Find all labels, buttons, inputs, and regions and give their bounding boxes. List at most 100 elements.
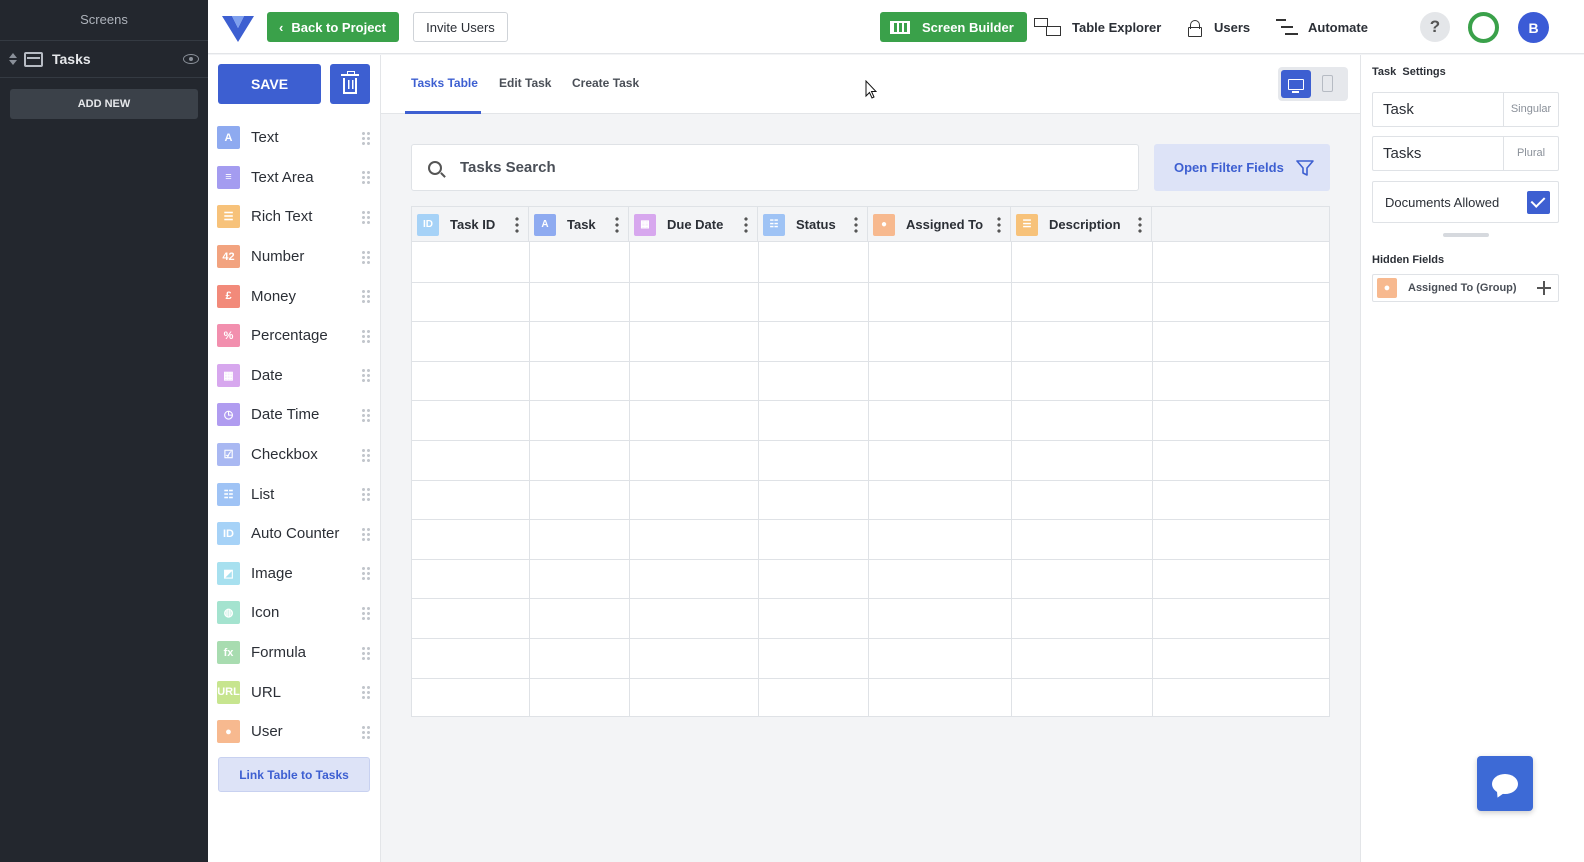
column-header-due-date[interactable]: ▦ Due Date <box>629 207 758 242</box>
field-type-list[interactable]: ☷ List <box>217 474 373 514</box>
column-header-description[interactable]: ☰ Description <box>1011 207 1152 242</box>
eye-icon[interactable] <box>183 54 199 64</box>
back-to-project-label: Back to Project <box>291 19 386 35</box>
column-header-assigned-to[interactable]: ● Assigned To <box>868 207 1011 242</box>
field-type-label: List <box>251 485 275 503</box>
nav-screen-builder[interactable]: Screen Builder <box>880 12 1027 42</box>
drag-handle-icon[interactable] <box>361 170 370 185</box>
column-menu-icon[interactable] <box>997 216 1001 233</box>
grid-row-divider <box>412 638 1329 639</box>
mobile-icon[interactable] <box>1322 75 1333 92</box>
sort-handle-icon[interactable] <box>8 53 18 65</box>
field-type-label: Percentage <box>251 327 328 345</box>
column-header-task-id[interactable]: ID Task ID <box>412 207 529 242</box>
drag-handle-icon[interactable] <box>361 209 370 224</box>
chat-support-button[interactable] <box>1477 756 1533 811</box>
app-logo-icon[interactable] <box>222 12 254 42</box>
drag-handle-icon[interactable] <box>361 605 370 620</box>
singular-suffix: Singular <box>1503 93 1558 126</box>
column-header-task[interactable]: A Task <box>529 207 629 242</box>
field-type-url[interactable]: URL URL <box>217 672 373 712</box>
drag-handle-icon[interactable] <box>361 447 370 462</box>
chevron-left-icon: ‹ <box>279 19 284 35</box>
icon-field-icon: ◍ <box>217 601 240 625</box>
field-type-text-area[interactable]: ≡ Text Area <box>217 158 373 198</box>
field-type-user[interactable]: ● User <box>217 712 373 752</box>
rich-text-field-icon: ☰ <box>217 205 240 229</box>
field-type-checkbox[interactable]: ☑ Checkbox <box>217 435 373 475</box>
drag-handle-icon[interactable] <box>361 130 370 145</box>
nav-automate[interactable]: Automate <box>1276 12 1368 42</box>
tab-edit-task[interactable]: Edit Task <box>499 55 551 114</box>
drag-handle-icon[interactable] <box>361 526 370 541</box>
desktop-view-button[interactable] <box>1281 70 1311 98</box>
nav-users[interactable]: Users <box>1188 12 1250 42</box>
plural-name-field[interactable]: Tasks Plural <box>1372 136 1559 171</box>
drag-handle-icon[interactable] <box>361 328 370 343</box>
field-type-number[interactable]: 42 Number <box>217 237 373 277</box>
column-menu-icon[interactable] <box>854 216 858 233</box>
search-icon <box>428 160 442 175</box>
field-type-date[interactable]: ▦ Date <box>217 356 373 396</box>
field-type-text[interactable]: A Text <box>217 118 373 158</box>
back-to-project-button[interactable]: ‹ Back to Project <box>267 12 399 42</box>
funnel-icon <box>1295 159 1314 176</box>
settings-title: Task Settings <box>1372 66 1446 78</box>
column-menu-icon[interactable] <box>1138 216 1142 233</box>
drag-handle-icon[interactable] <box>361 724 370 739</box>
drag-handle-icon[interactable] <box>361 249 370 264</box>
user-avatar[interactable]: B <box>1518 12 1549 43</box>
field-type-percentage[interactable]: % Percentage <box>217 316 373 356</box>
singular-value: Task <box>1383 101 1414 118</box>
save-button[interactable]: SAVE <box>218 64 321 104</box>
field-type-image[interactable]: ◩ Image <box>217 554 373 594</box>
drag-handle-icon[interactable] <box>361 368 370 383</box>
screen-item-label: Tasks <box>52 51 91 67</box>
resize-handle[interactable] <box>1443 233 1489 237</box>
field-type-date-time[interactable]: ◷ Date Time <box>217 395 373 435</box>
singular-name-field[interactable]: Task Singular <box>1372 92 1559 127</box>
field-type-formula[interactable]: fx Formula <box>217 633 373 673</box>
tasks-search-input[interactable]: Tasks Search <box>411 144 1139 191</box>
delete-button[interactable] <box>330 64 370 104</box>
drag-handle-icon[interactable] <box>361 645 370 660</box>
link-table-button[interactable]: Link Table to Tasks <box>218 757 370 792</box>
column-label: Task ID <box>450 217 496 232</box>
fields-panel: SAVE A Text ≡ Text Area ☰ Rich Text 42 Number £ M… <box>208 55 381 862</box>
help-button[interactable]: ? <box>1420 12 1450 42</box>
tab-create-task[interactable]: Create Task <box>572 55 639 114</box>
nav-table-explorer-label: Table Explorer <box>1072 19 1162 35</box>
field-type-icon[interactable]: ◍ Icon <box>217 593 373 633</box>
column-menu-icon[interactable] <box>515 216 519 233</box>
image-field-icon: ◩ <box>217 561 240 585</box>
drag-handle-icon[interactable] <box>361 685 370 700</box>
documents-allowed-checkbox[interactable] <box>1527 190 1550 214</box>
column-menu-icon[interactable] <box>744 216 748 233</box>
field-type-rich-text[interactable]: ☰ Rich Text <box>217 197 373 237</box>
user-field-icon: ● <box>1377 278 1397 298</box>
drag-handle-icon[interactable] <box>361 407 370 422</box>
trash-icon <box>341 71 359 94</box>
drag-handle-icon[interactable] <box>361 487 370 502</box>
field-type-money[interactable]: £ Money <box>217 276 373 316</box>
status-ring-icon[interactable] <box>1468 12 1499 43</box>
column-type-icon: A <box>534 213 556 236</box>
add-new-screen-button[interactable]: ADD NEW <box>10 89 198 119</box>
drag-handle-icon[interactable] <box>361 566 370 581</box>
list-field-icon: ☷ <box>217 482 240 506</box>
drag-handle-icon[interactable] <box>361 289 370 304</box>
field-type-label: URL <box>251 683 282 701</box>
mouse-cursor-icon <box>865 80 877 99</box>
nav-table-explorer[interactable]: Table Explorer <box>1034 12 1161 42</box>
grid-row-divider <box>412 360 1329 362</box>
column-menu-icon[interactable] <box>615 216 619 233</box>
open-filter-fields-button[interactable]: Open Filter Fields <box>1154 144 1330 191</box>
field-type-label: Date Time <box>251 406 320 424</box>
search-placeholder: Tasks Search <box>460 159 556 176</box>
invite-users-button[interactable]: Invite Users <box>413 12 508 42</box>
tab-tasks-table[interactable]: Tasks Table <box>405 55 481 114</box>
plus-icon[interactable] <box>1537 281 1551 295</box>
field-type-auto-counter[interactable]: ID Auto Counter <box>217 514 373 554</box>
screen-item-tasks[interactable]: Tasks <box>0 40 208 78</box>
column-header-status[interactable]: ☷ Status <box>758 207 868 242</box>
